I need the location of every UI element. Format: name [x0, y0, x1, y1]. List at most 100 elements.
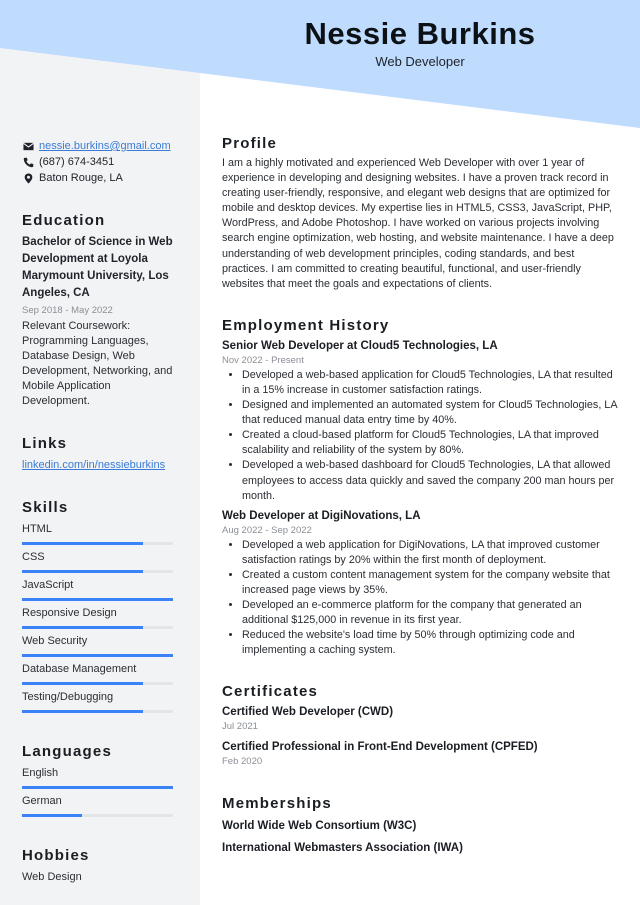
certificates-list: Certified Web Developer (CWD) Jul 2021 Cer…	[222, 704, 617, 768]
level-bar-track	[22, 542, 173, 545]
membership-item: World Wide Web Consortium (W3C)	[222, 820, 417, 833]
language-item: English	[22, 766, 177, 789]
skills-section: Skills HTML CSS JavaScript Responsive Desig…	[22, 499, 177, 713]
level-bar-track	[22, 654, 173, 657]
jobs-list: Senior Web Developer at Cloud5 Technolog…	[222, 338, 617, 659]
profile-text: I am a highly motivated and experienced …	[222, 157, 614, 290]
email-link[interactable]: nessie.burkins@gmail.com	[39, 140, 171, 152]
level-bar-fill	[22, 710, 143, 713]
level-bar-fill	[22, 814, 83, 817]
level-bar-track	[22, 626, 173, 629]
phone-icon	[22, 156, 34, 168]
level-bar-track	[22, 598, 173, 601]
memberships-list: World Wide Web Consortium (W3C) Internati…	[222, 818, 617, 856]
hobby-item: Web Design	[22, 871, 82, 883]
education-degree: Bachelor of Science in Web Development a…	[22, 236, 173, 299]
skill-label: Database Management	[22, 663, 137, 675]
memberships-section: Memberships World Wide Web Consortium (W…	[222, 794, 617, 856]
profile-heading: Profile	[222, 135, 278, 152]
certificate-item: Certified Web Developer (CWD) Jul 2021	[222, 704, 617, 733]
skill-item: Testing/Debugging	[22, 690, 177, 713]
skill-label: Web Security	[22, 635, 88, 647]
skill-item: JavaScript	[22, 578, 177, 601]
main-content: Profile I am a highly motivated and expe…	[222, 134, 617, 856]
job-bullet: Created a custom content management syst…	[242, 568, 617, 598]
skill-label: CSS	[22, 551, 45, 563]
level-bar-fill	[22, 598, 173, 601]
candidate-name: Nessie Burkins	[304, 16, 536, 51]
phone-number: (687) 674-3451	[39, 156, 115, 168]
level-bar-track	[22, 710, 173, 713]
memberships-heading: Memberships	[222, 795, 332, 813]
education-coursework: Relevant Coursework: Programming Languag…	[22, 320, 173, 407]
job-bullet: Designed and implemented an automated sy…	[242, 398, 617, 428]
hobbies-heading: Hobbies	[22, 847, 90, 864]
certificates-section: Certificates Certified Web Developer (CW…	[222, 682, 617, 768]
language-label: German	[22, 795, 62, 807]
contact-details: nessie.burkins@gmail.com (687) 674-3451 …	[22, 138, 177, 186]
certificates-heading: Certificates	[222, 683, 319, 701]
skill-item: Database Management	[22, 662, 177, 685]
certificate-title: Certified Web Developer (CWD)	[222, 706, 394, 719]
job-title: Senior Web Developer at Cloud5 Technolog…	[222, 339, 498, 352]
skill-label: JavaScript	[22, 579, 74, 591]
job-bullet: Developed an e-commerce platform for the…	[242, 598, 617, 628]
skills-list: HTML CSS JavaScript Responsive Design Web Se…	[22, 522, 177, 713]
level-bar-fill	[22, 682, 143, 685]
links-section: Links linkedin.com/in/nessieburkins	[22, 435, 177, 473]
resume-header: Nessie Burkins Web Developer	[200, 14, 640, 70]
skill-item: Web Security	[22, 634, 177, 657]
education-dates: Sep 2018 - May 2022	[22, 305, 113, 316]
linkedin-link[interactable]: linkedin.com/in/nessieburkins	[22, 459, 165, 471]
contact-phone: (687) 674-3451	[22, 154, 177, 170]
level-bar-fill	[22, 542, 143, 545]
sidebar: nessie.burkins@gmail.com (687) 674-3451 …	[22, 138, 177, 885]
certificate-item: Certified Professional in Front-End Deve…	[222, 739, 617, 768]
job-bullets: Developed a web application for DigiNova…	[222, 538, 617, 659]
level-bar-fill	[22, 654, 173, 657]
level-bar-fill	[22, 786, 173, 789]
job-entry: Web Developer at DigiNovations, LA Aug 20…	[222, 508, 617, 659]
language-label: English	[22, 767, 59, 779]
education-section: Education Bachelor of Science in Web Dev…	[22, 212, 177, 409]
job-dates: Aug 2022 - Sep 2022	[222, 524, 312, 536]
job-entry: Senior Web Developer at Cloud5 Technolog…	[222, 338, 617, 504]
skill-item: HTML	[22, 522, 177, 545]
employment-section: Employment History Senior Web Developer …	[222, 316, 617, 659]
membership-item: International Webmasters Association (IW…	[222, 842, 463, 855]
level-bar-track	[22, 682, 173, 685]
job-bullets: Developed a web-based application for Cl…	[222, 368, 617, 504]
skill-label: Responsive Design	[22, 607, 117, 619]
envelope-icon	[22, 140, 34, 152]
profile-section: Profile I am a highly motivated and expe…	[222, 134, 617, 292]
skill-label: Testing/Debugging	[22, 691, 114, 703]
level-bar-fill	[22, 626, 143, 629]
education-heading: Education	[22, 212, 106, 229]
hobbies-section: Hobbies Web Design	[22, 847, 177, 885]
level-bar-track	[22, 814, 173, 817]
job-bullet: Developed a web-based dashboard for Clou…	[242, 458, 617, 503]
languages-heading: Languages	[22, 743, 112, 760]
language-item: German	[22, 794, 177, 817]
skills-heading: Skills	[22, 499, 69, 516]
skill-item: CSS	[22, 550, 177, 573]
job-dates: Nov 2022 - Present	[222, 354, 304, 366]
certificate-date: Feb 2020	[222, 756, 263, 768]
certificate-date: Jul 2021	[222, 721, 258, 733]
location-text: Baton Rouge, LA	[39, 172, 123, 184]
level-bar-fill	[22, 570, 143, 573]
job-bullet: Created a cloud-based platform for Cloud…	[242, 428, 617, 458]
job-title: Web Developer at DigiNovations, LA	[222, 509, 421, 522]
languages-section: Languages English German	[22, 743, 177, 817]
level-bar-track	[22, 786, 173, 789]
languages-list: English German	[22, 766, 177, 817]
skill-item: Responsive Design	[22, 606, 177, 629]
skill-label: HTML	[22, 523, 52, 535]
links-heading: Links	[22, 435, 68, 452]
employment-heading: Employment History	[222, 316, 390, 334]
certificate-title: Certified Professional in Front-End Deve…	[222, 741, 538, 754]
job-bullet: Developed a web application for DigiNova…	[242, 538, 617, 568]
job-bullet: Reduced the website's load time by 50% t…	[242, 628, 617, 658]
map-pin-icon	[22, 172, 34, 184]
contact-location: Baton Rouge, LA	[22, 170, 177, 186]
